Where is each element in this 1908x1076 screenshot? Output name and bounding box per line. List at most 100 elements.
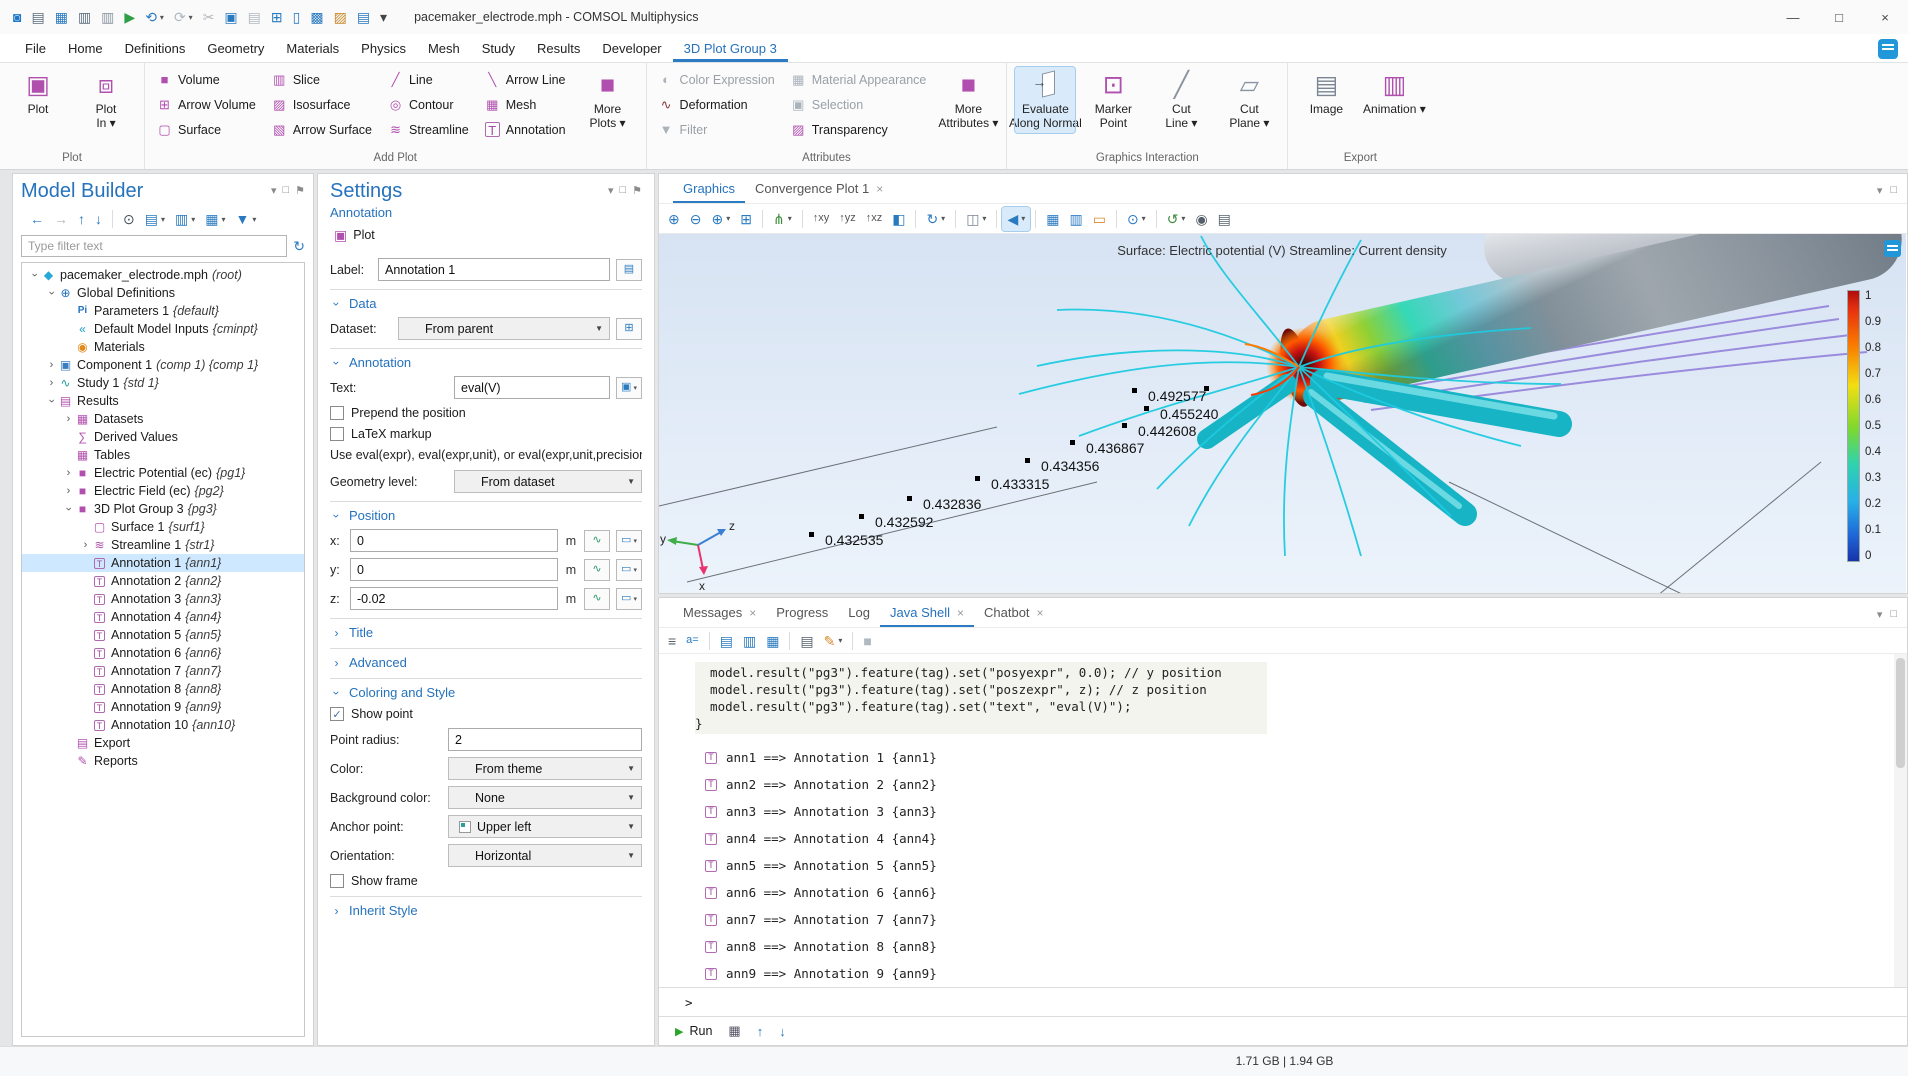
zoom-box-icon[interactable]: ⊕▾ <box>706 207 735 231</box>
zoom-extents-icon[interactable]: ⊞ <box>735 207 757 231</box>
tab-close-icon[interactable]: × <box>1037 606 1044 620</box>
marker-point-button[interactable]: ⊡MarkerPoint <box>1083 67 1143 133</box>
tree-node-study-1[interactable]: ›∿Study 1{std 1} <box>22 374 304 392</box>
print-icon[interactable]: ▤ <box>1213 207 1236 231</box>
range-icon[interactable]: ∿ <box>584 559 610 581</box>
tree-node-annotation-8[interactable]: TAnnotation 8{ann8} <box>22 680 304 698</box>
panel-pin-icon[interactable]: ⚑ <box>632 184 642 197</box>
mb-collapse-icon[interactable]: ▤▾ <box>140 207 170 231</box>
prepend-position-checkbox[interactable]: Prepend the position <box>330 406 642 420</box>
menu-definitions[interactable]: Definitions <box>114 36 197 62</box>
clear-selection-icon[interactable]: ▨ <box>329 5 352 29</box>
tree-node-annotation-10[interactable]: TAnnotation 10{ann10} <box>22 716 304 734</box>
tree-node-electric-field-ec-[interactable]: ›■Electric Field (ec){pg2} <box>22 482 304 500</box>
panel-float-icon[interactable]: □ <box>1890 184 1897 197</box>
grid-icon[interactable]: ▦ <box>1041 207 1064 231</box>
dataset-add-icon[interactable]: ⊞ <box>616 318 642 340</box>
tree-node-tables[interactable]: ▦Tables <box>22 446 304 464</box>
tree-chevron-icon[interactable]: › <box>62 485 75 497</box>
point-radius-input[interactable] <box>448 728 642 751</box>
rename-icon[interactable]: ▤ <box>616 259 642 281</box>
plot-in-button[interactable]: ⧈PlotIn ▾ <box>76 67 136 133</box>
mb-filter-icon[interactable]: ▼▾ <box>230 207 261 231</box>
show-frame-checkbox[interactable]: Show frame <box>330 874 642 888</box>
collapse-output-icon[interactable]: ▥ <box>738 629 761 653</box>
cut-line-button[interactable]: ╱CutLine ▾ <box>1151 67 1211 133</box>
probe-icon[interactable]: ⊙▾ <box>1122 207 1151 231</box>
latex-markup-checkbox[interactable]: LaTeX markup <box>330 427 642 441</box>
dataset-select[interactable]: From parent▼ <box>398 317 610 340</box>
assign-icon[interactable]: a= <box>681 629 704 653</box>
more-plots-button[interactable]: ■MorePlots ▾ <box>578 67 638 133</box>
tab-chatbot[interactable]: Chatbot× <box>974 599 1054 627</box>
snapshot-icon[interactable]: ◉ <box>1190 207 1212 231</box>
annotation-button[interactable]: TAnnotation <box>481 117 570 142</box>
tab-messages[interactable]: Messages× <box>673 599 766 627</box>
tree-node-streamline-1[interactable]: ›≋Streamline 1{str1} <box>22 536 304 554</box>
tree-chevron-icon[interactable]: › <box>46 395 58 408</box>
tree-node-electric-potential-ec-[interactable]: ›■Electric Potential (ec){pg1} <box>22 464 304 482</box>
tree-node-results[interactable]: ›▤Results <box>22 392 304 410</box>
y-position-input[interactable] <box>350 558 558 581</box>
panel-menu-icon[interactable]: ▾ <box>1877 608 1883 621</box>
tree-node-pacemaker-electrode-mph[interactable]: ›◆pacemaker_electrode.mph(root) <box>22 266 304 284</box>
tree-chevron-icon[interactable]: › <box>62 467 75 479</box>
arrow-line-button[interactable]: ╲Arrow Line <box>481 67 570 92</box>
tab-log[interactable]: Log <box>838 599 880 627</box>
run-button[interactable]: ▶ Run <box>675 1024 712 1038</box>
plot-button[interactable]: ▣Plot <box>8 67 68 118</box>
section-annotation[interactable]: ›Annotation <box>330 355 642 370</box>
table-icon[interactable]: ▥ <box>1064 207 1087 231</box>
tree-chevron-icon[interactable]: › <box>79 539 92 551</box>
tree-chevron-icon[interactable]: › <box>45 359 58 371</box>
tree-chevron-icon[interactable]: › <box>63 503 75 516</box>
java-shell-output[interactable]: model.result("pg3").feature(tag).set("po… <box>659 654 1907 987</box>
panel-menu-icon[interactable]: ▾ <box>608 184 614 197</box>
x-position-input[interactable] <box>350 529 558 552</box>
cut-plane-button[interactable]: ▱CutPlane ▾ <box>1219 67 1279 133</box>
mb-expand-icon[interactable]: ▥▾ <box>170 207 200 231</box>
tree-node-materials[interactable]: ◉Materials <box>22 338 304 356</box>
save-icon[interactable]: ▥ <box>73 5 96 29</box>
select-box-icon[interactable]: ▩ <box>305 5 328 29</box>
section-title-collapsed[interactable]: ›Title <box>330 625 642 640</box>
tree-node-datasets[interactable]: ›▦Datasets <box>22 410 304 428</box>
tab-close-icon[interactable]: × <box>876 182 883 196</box>
camera-view-icon[interactable]: ◧ <box>887 207 910 231</box>
maximize-button[interactable]: □ <box>1816 0 1862 34</box>
wrap-lines-icon[interactable]: ▦ <box>761 629 784 653</box>
menu-results[interactable]: Results <box>526 36 591 62</box>
z-position-input[interactable] <box>350 587 558 610</box>
tree-chevron-icon[interactable]: › <box>29 269 41 282</box>
close-button[interactable]: × <box>1862 0 1908 34</box>
menu-geometry[interactable]: Geometry <box>196 36 275 62</box>
tree-node-export[interactable]: ▤Export <box>22 734 304 752</box>
refresh-icon[interactable]: ↻ <box>293 238 305 255</box>
graphics-canvas[interactable]: 0.4925770.4552400.4426080.4368670.434356… <box>659 234 1907 593</box>
tab-java-shell[interactable]: Java Shell× <box>880 599 974 627</box>
list-icon[interactable]: ▤ <box>795 629 818 653</box>
tree-node-annotation-4[interactable]: TAnnotation 4{ann4} <box>22 608 304 626</box>
tree-node-default-model-inputs[interactable]: «Default Model Inputs{cminpt} <box>22 320 304 338</box>
edit-script-icon[interactable]: ✎▾ <box>819 629 848 653</box>
mb-move-down-icon[interactable]: ↓ <box>90 207 107 231</box>
transparency-button[interactable]: ▨Transparency <box>787 117 931 142</box>
menu-file[interactable]: File <box>14 36 57 62</box>
history-down-icon[interactable]: ↓ <box>779 1024 786 1039</box>
tree-node-annotation-7[interactable]: TAnnotation 7{ann7} <box>22 662 304 680</box>
view-xy-icon[interactable]: ↑xy <box>808 207 835 231</box>
undo-icon[interactable]: ⟲▾ <box>140 5 169 29</box>
copy-icon[interactable]: ▣ <box>219 5 242 29</box>
menu-developer[interactable]: Developer <box>591 36 672 62</box>
save-as-icon[interactable]: ▥ <box>96 5 119 29</box>
tree-chevron-icon[interactable]: › <box>45 377 58 389</box>
evaluate-along-normal-button[interactable]: EvaluateAlong Normal <box>1015 67 1075 133</box>
tab-graphics[interactable]: Graphics <box>673 175 745 203</box>
line-button[interactable]: ╱Line <box>384 67 473 92</box>
tree-node-reports[interactable]: ✎Reports <box>22 752 304 770</box>
section-advanced-collapsed[interactable]: ›Advanced <box>330 655 642 670</box>
delete-icon[interactable]: ▯ <box>288 5 306 29</box>
orientation-select[interactable]: Horizontal▼ <box>448 844 642 867</box>
animation-button[interactable]: ▥Animation ▾ <box>1364 67 1424 118</box>
clear-log-icon[interactable]: ≡ <box>663 629 681 653</box>
